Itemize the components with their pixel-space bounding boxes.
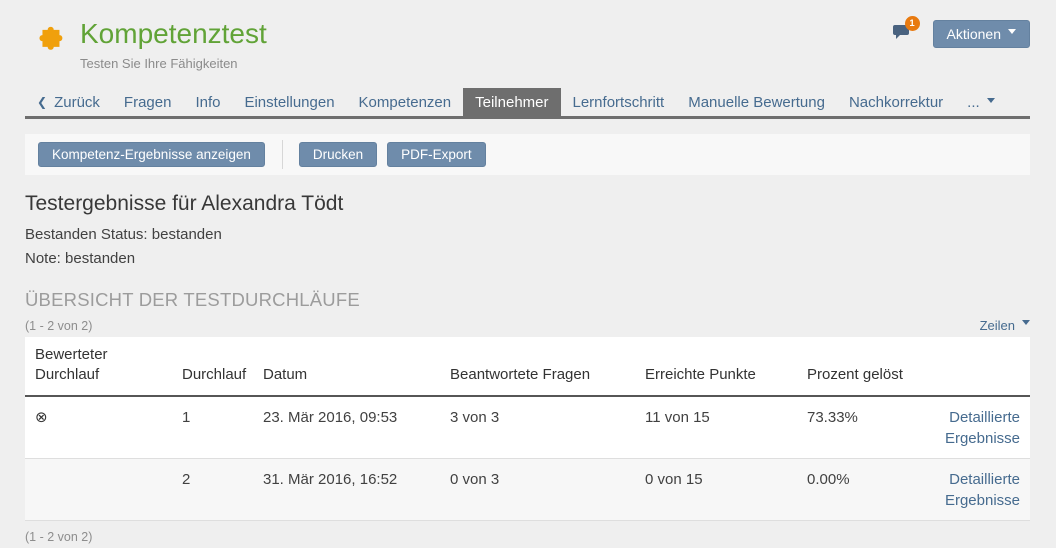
tab-label: Kompetenzen xyxy=(359,94,452,111)
tab-info[interactable]: Info xyxy=(183,88,232,116)
toolbar: Kompetenz-Ergebnisse anzeigen Drucken PD… xyxy=(25,134,1030,175)
detailed-results-link[interactable]: Detaillierte Ergebnisse xyxy=(930,407,1020,449)
tab-label: Lernfortschritt xyxy=(573,94,665,111)
caret-down-icon xyxy=(1022,320,1030,329)
top-header: Kompetenztest Testen Sie Ihre Fähigkeite… xyxy=(0,0,1056,88)
tab-fragen[interactable]: Fragen xyxy=(112,88,184,116)
tab-einstellungen[interactable]: Einstellungen xyxy=(232,88,346,116)
col-header-scored-pass: Bewerteter Durchlauf xyxy=(25,337,172,396)
table-row: ⊗ 1 23. Mär 2016, 09:53 3 von 3 11 von 1… xyxy=(25,396,1030,459)
tab-bar: ❮ Zurück Fragen Info Einstellungen Kompe… xyxy=(25,88,1030,119)
top-right-controls: 1 Aktionen xyxy=(892,20,1030,48)
tab-label: Manuelle Bewertung xyxy=(688,94,825,111)
table-header-row: Bewerteter Durchlauf Durchlauf Datum Bea… xyxy=(25,337,1030,396)
page-subtitle: Testen Sie Ihre Fähigkeiten xyxy=(80,56,267,71)
tab-label: Nachkorrektur xyxy=(849,94,943,111)
tab-more-dropdown[interactable]: ... xyxy=(955,88,1007,116)
page: Kompetenztest Testen Sie Ihre Fähigkeite… xyxy=(0,0,1056,548)
tab-label: Info xyxy=(195,94,220,111)
table-header: Bewerteter Durchlauf Durchlauf Datum Bea… xyxy=(25,337,1030,396)
tab-label: ... xyxy=(967,94,980,111)
tab-nachkorrektur[interactable]: Nachkorrektur xyxy=(837,88,955,116)
actions-button[interactable]: Aktionen xyxy=(933,20,1030,48)
table-row: 2 31. Mär 2016, 16:52 0 von 3 0 von 15 0… xyxy=(25,458,1030,520)
cell-date: 31. Mär 2016, 16:52 xyxy=(253,458,440,520)
caret-down-icon xyxy=(987,98,995,107)
table-meta-top: (1 - 2 von 2) Zeilen xyxy=(25,318,1030,333)
tab-label: Fragen xyxy=(124,94,172,111)
col-header-date: Datum xyxy=(253,337,440,396)
col-header-answered: Beantwortete Fragen xyxy=(440,337,635,396)
competence-results-button[interactable]: Kompetenz-Ergebnisse anzeigen xyxy=(38,142,265,167)
cell-percent: 0.00% xyxy=(797,458,920,520)
test-runs-table: Bewerteter Durchlauf Durchlauf Datum Bea… xyxy=(25,337,1030,521)
tab-manuelle-bewertung[interactable]: Manuelle Bewertung xyxy=(676,88,837,116)
tab-lernfortschritt[interactable]: Lernfortschritt xyxy=(561,88,677,116)
cell-date: 23. Mär 2016, 09:53 xyxy=(253,396,440,459)
tab-back[interactable]: ❮ Zurück xyxy=(25,88,112,116)
print-button[interactable]: Drucken xyxy=(299,142,377,167)
tab-kompetenzen[interactable]: Kompetenzen xyxy=(347,88,464,116)
results-heading: Testergebnisse für Alexandra Tödt xyxy=(25,192,1030,216)
detailed-results-link[interactable]: Detaillierte Ergebnisse xyxy=(930,469,1020,511)
chevron-left-icon: ❮ xyxy=(37,95,47,109)
notification-badge: 1 xyxy=(905,16,920,31)
toolbar-divider xyxy=(282,140,283,169)
page-title: Kompetenztest xyxy=(80,18,267,50)
tab-label: Einstellungen xyxy=(244,94,334,111)
range-label-bottom: (1 - 2 von 2) xyxy=(25,530,1030,544)
passed-status-line: Bestanden Status: bestanden xyxy=(25,226,1030,243)
col-header-pass: Durchlauf xyxy=(172,337,253,396)
col-header-points: Erreichte Punkte xyxy=(635,337,797,396)
cell-answered: 3 von 3 xyxy=(440,396,635,459)
cell-percent: 73.33% xyxy=(797,396,920,459)
cell-points: 11 von 15 xyxy=(635,396,797,459)
main-content: Testergebnisse für Alexandra Tödt Bestan… xyxy=(0,192,1056,544)
pdf-export-button[interactable]: PDF-Export xyxy=(387,142,486,167)
tab-teilnehmer[interactable]: Teilnehmer xyxy=(463,88,560,116)
col-header-percent: Prozent gelöst xyxy=(797,337,920,396)
cell-pass: 2 xyxy=(172,458,253,520)
tab-label: Teilnehmer xyxy=(475,94,548,111)
cell-points: 0 von 15 xyxy=(635,458,797,520)
range-label-top: (1 - 2 von 2) xyxy=(25,319,92,333)
section-title: ÜBERSICHT DER TESTDURCHLÄUFE xyxy=(25,289,1030,311)
cell-answered: 0 von 3 xyxy=(440,458,635,520)
brand: Kompetenztest Testen Sie Ihre Fähigkeite… xyxy=(32,18,267,71)
puzzle-icon xyxy=(32,22,66,56)
col-header-details xyxy=(920,337,1030,396)
cell-pass: 1 xyxy=(172,396,253,459)
rows-dropdown-label: Zeilen xyxy=(980,318,1015,333)
tab-back-label: Zurück xyxy=(54,94,100,111)
circled-x-icon: ⊗ xyxy=(35,408,48,426)
rows-dropdown[interactable]: Zeilen xyxy=(980,318,1030,333)
grade-line: Note: bestanden xyxy=(25,250,1030,267)
actions-button-label: Aktionen xyxy=(947,26,1001,42)
title-block: Kompetenztest Testen Sie Ihre Fähigkeite… xyxy=(80,18,267,71)
notification-button[interactable]: 1 xyxy=(892,23,911,45)
caret-down-icon xyxy=(1008,29,1016,38)
